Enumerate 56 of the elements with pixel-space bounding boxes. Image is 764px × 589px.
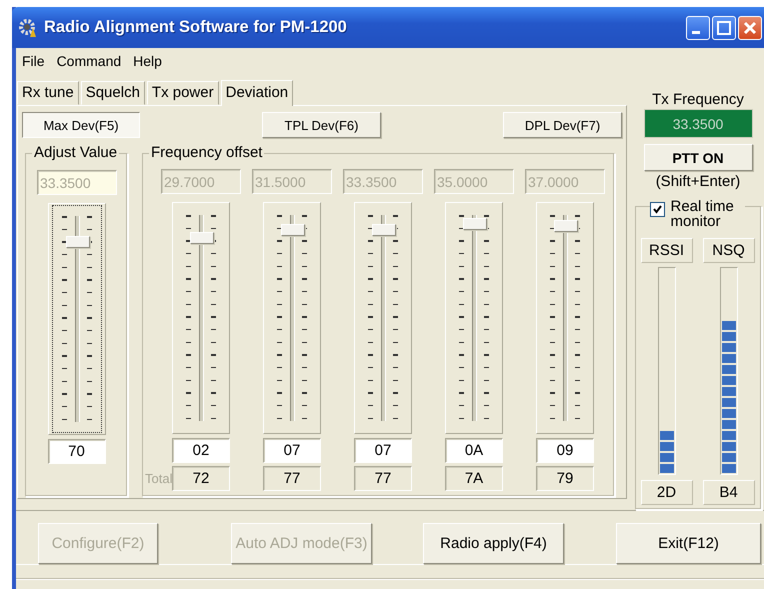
meter-label: NSQ: [702, 238, 754, 263]
slider-track[interactable]: [172, 202, 230, 434]
maximize-icon: [716, 20, 732, 36]
window-title: Radio Alignment Software for PM-1200: [44, 18, 347, 37]
slider-thumb[interactable]: [281, 224, 305, 236]
checkbox[interactable]: [650, 202, 664, 217]
total-field: 77: [263, 466, 321, 491]
mode-button[interactable]: Max Dev(F5): [22, 112, 140, 138]
action-button[interactable]: Exit(F12): [616, 523, 761, 564]
minimize-icon: [692, 31, 700, 34]
minimize-button[interactable]: [686, 16, 710, 40]
slider-track[interactable]: [536, 202, 594, 434]
total-field: 7A: [445, 466, 503, 491]
tab[interactable]: Squelch: [80, 81, 145, 105]
slider-track[interactable]: [354, 202, 412, 434]
group-title: Frequency offset: [149, 145, 264, 161]
ptt-button[interactable]: PTT ON: [644, 144, 752, 171]
close-icon: [742, 20, 758, 36]
maximize-button[interactable]: [712, 16, 736, 40]
total-field: 79: [536, 466, 594, 491]
slider-thumb[interactable]: [66, 236, 90, 248]
value-field[interactable]: 09: [536, 438, 594, 463]
close-button[interactable]: [738, 16, 762, 40]
menu-item[interactable]: File: [18, 53, 53, 69]
tab[interactable]: Rx tune: [17, 81, 79, 105]
tx-frequency-label: Tx Frequency: [652, 91, 744, 108]
shortcut-hint: (Shift+Enter): [656, 173, 740, 190]
slider-track[interactable]: [263, 202, 321, 434]
slider-thumb[interactable]: [554, 220, 578, 232]
meter-reading: B4: [702, 480, 754, 505]
checkbox-label: Real time monitor: [670, 199, 735, 229]
total-field: 72: [172, 466, 230, 491]
slider-thumb[interactable]: [463, 218, 487, 230]
meter-reading: 2D: [640, 480, 692, 505]
value-field[interactable]: 02: [172, 438, 230, 463]
value-field[interactable]: 0A: [445, 438, 503, 463]
slider-thumb[interactable]: [372, 224, 396, 236]
meter-label: RSSI: [640, 238, 692, 263]
slider-track[interactable]: [445, 202, 503, 434]
mode-button[interactable]: DPL Dev(F7): [503, 112, 622, 138]
value-field[interactable]: 07: [263, 438, 321, 463]
menu-item[interactable]: Help: [129, 53, 170, 69]
action-button[interactable]: Radio apply(F4): [423, 523, 564, 564]
value-field[interactable]: 07: [354, 438, 412, 463]
slider-thumb[interactable]: [190, 232, 214, 244]
tab[interactable]: Deviation: [220, 80, 294, 106]
tab[interactable]: Tx power: [146, 81, 219, 105]
tx-frequency-display: 33.3500: [644, 109, 752, 138]
gear-icon: [18, 18, 38, 38]
total-field: 77: [354, 466, 412, 491]
menu-item[interactable]: Command: [52, 53, 130, 69]
slider-track[interactable]: [48, 203, 106, 435]
value-field[interactable]: 70: [48, 439, 106, 464]
mode-button[interactable]: TPL Dev(F6): [262, 112, 381, 138]
total-label: Total: [145, 471, 172, 486]
group-title: Adjust Value: [32, 145, 120, 161]
